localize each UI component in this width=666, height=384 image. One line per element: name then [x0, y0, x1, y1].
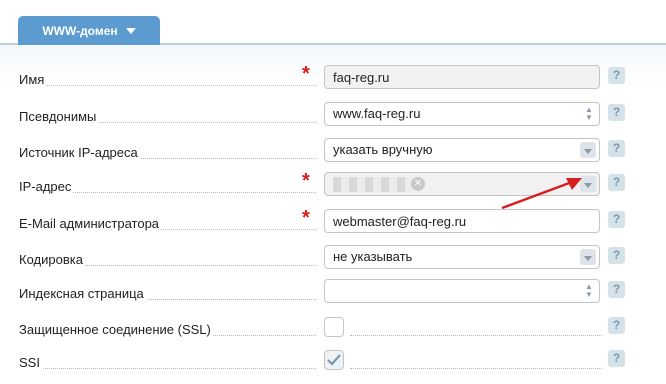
ssi-checkbox[interactable] [324, 350, 344, 370]
help-icon[interactable]: ? [608, 211, 625, 228]
ip-address-select[interactable]: ✕ [324, 172, 600, 196]
row-ip-source: Источник IP-адреса указать вручную ? [0, 136, 666, 164]
aliases-field[interactable]: www.faq-reg.ru ▲ ▼ [324, 102, 600, 126]
help-icon[interactable]: ? [608, 104, 625, 121]
help-icon[interactable]: ? [608, 140, 625, 157]
ssi-label: SSI [19, 355, 42, 370]
tab-strip: WWW-домен [0, 16, 666, 45]
index-page-field[interactable]: ▲ ▼ [324, 279, 600, 303]
ip-source-label: Источник IP-адреса [19, 145, 140, 160]
chevron-down-icon[interactable] [584, 256, 592, 261]
row-name: Имя * ? [0, 63, 666, 91]
row-ssi: SSI ? [0, 346, 666, 374]
label-leader [350, 368, 602, 369]
required-marker: * [302, 63, 310, 85]
aliases-label: Псевдонимы [19, 109, 99, 124]
help-icon[interactable]: ? [608, 317, 625, 334]
row-admin-email: E-Mail администратора * ? [0, 207, 666, 235]
row-aliases: Псевдонимы www.faq-reg.ru ▲ ▼ ? [0, 100, 666, 128]
encoding-label: Кодировка [19, 252, 85, 267]
encoding-select[interactable]: не указывать [324, 245, 600, 269]
required-marker: * [302, 170, 310, 192]
admin-email-label: E-Mail администратора [19, 216, 162, 231]
row-encoding: Кодировка не указывать ? [0, 243, 666, 271]
spinner-icon[interactable]: ▲ ▼ [584, 106, 594, 122]
name-field[interactable] [324, 65, 600, 89]
ip-address-label: IP-адрес [19, 179, 74, 194]
ip-source-select[interactable]: указать вручную [324, 138, 600, 162]
help-icon[interactable]: ? [608, 174, 625, 191]
help-icon[interactable]: ? [608, 247, 625, 264]
index-page-label: Индексная страница [19, 286, 146, 301]
row-ip-address: IP-адрес * ✕ ? [0, 170, 666, 198]
required-marker: * [302, 207, 310, 229]
blurred-ip-chip [333, 177, 413, 192]
label-leader [350, 335, 602, 336]
row-ssl: Защищенное соединение (SSL) ? [0, 313, 666, 341]
ip-source-value: указать вручную [333, 142, 433, 157]
clear-icon[interactable]: ✕ [411, 177, 425, 191]
admin-email-field[interactable] [324, 209, 600, 233]
help-icon[interactable]: ? [608, 350, 625, 367]
aliases-value: www.faq-reg.ru [333, 106, 421, 121]
chevron-down-icon[interactable] [584, 183, 592, 188]
chevron-down-icon[interactable] [125, 27, 136, 34]
ssl-checkbox[interactable] [324, 317, 344, 337]
checkmark-icon [327, 354, 341, 366]
tab-www-domain[interactable]: WWW-домен [18, 16, 160, 45]
row-index-page: Индексная страница ▲ ▼ ? [0, 277, 666, 305]
help-icon[interactable]: ? [608, 67, 625, 84]
label-leader [19, 85, 316, 86]
name-label: Имя [19, 72, 47, 87]
help-icon[interactable]: ? [608, 281, 625, 298]
chevron-down-icon[interactable] [584, 149, 592, 154]
label-leader [19, 368, 316, 369]
encoding-value: не указывать [333, 249, 413, 264]
tab-label: WWW-домен [42, 23, 118, 38]
ssl-label: Защищенное соединение (SSL) [19, 322, 213, 337]
spinner-icon[interactable]: ▲ ▼ [584, 283, 594, 299]
